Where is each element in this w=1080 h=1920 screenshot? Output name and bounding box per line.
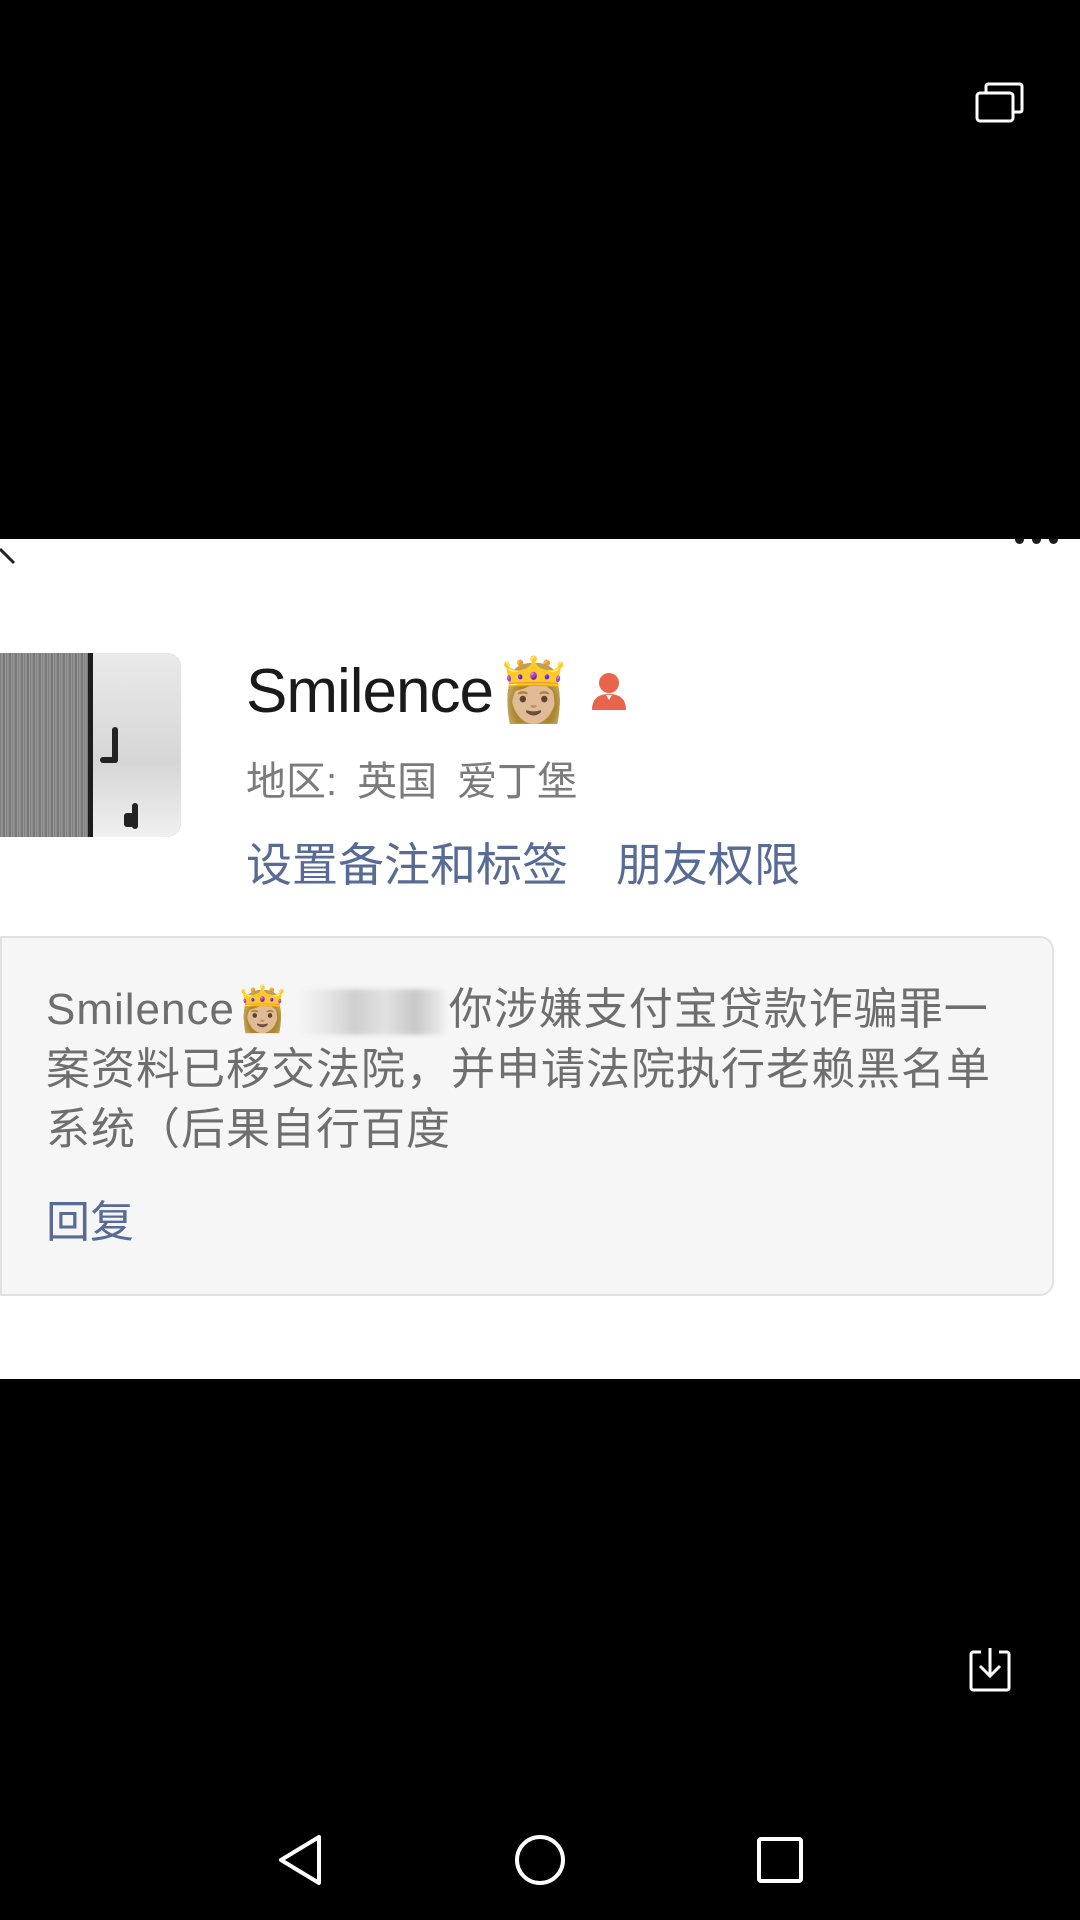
- region-label: 地区:: [246, 760, 338, 804]
- back-arrow-icon: [0, 547, 16, 565]
- region-city: 爱丁堡: [457, 760, 578, 804]
- comment-author: Smilence: [46, 985, 235, 1034]
- nav-back-button[interactable]: [270, 1830, 330, 1890]
- comment-author-emoji: 👸🏼: [234, 985, 291, 1034]
- nickname: Smilence: [246, 656, 494, 726]
- reply-link[interactable]: 回复: [46, 1186, 134, 1250]
- multi-window-icon: [975, 82, 1024, 123]
- region-info: 地区: 英国 爱丁堡: [246, 749, 577, 807]
- screenshot-image: Smilence 👸🏼 地区: 英国 爱丁堡 设置备注和标签 朋友权限 Smil…: [0, 539, 1080, 1379]
- more-icon: [1015, 539, 1058, 544]
- recents-square-icon: [757, 1837, 803, 1883]
- princess-emoji: 👸🏼: [495, 656, 573, 725]
- set-remark-link[interactable]: 设置备注和标签: [246, 829, 568, 895]
- download-icon: [969, 1648, 1011, 1692]
- comment-text: Smilence👸🏼 你涉嫌支付宝贷款诈骗罪一案资料已移交法院，并申请法院执行老赖…: [46, 980, 1006, 1160]
- blurred-redaction: [294, 989, 445, 1036]
- region-country: 英国: [357, 760, 438, 804]
- download-button[interactable]: [962, 1642, 1018, 1698]
- home-circle-icon: [515, 1835, 565, 1885]
- comment-card: Smilence👸🏼 你涉嫌支付宝贷款诈骗罪一案资料已移交法院，并申请法院执行老赖…: [0, 936, 1054, 1296]
- profile-links: 设置备注和标签 朋友权限: [246, 829, 800, 895]
- avatar: [0, 653, 181, 837]
- nav-home-button[interactable]: [510, 1830, 570, 1890]
- multi-window-button[interactable]: [970, 78, 1030, 128]
- back-triangle-icon: [279, 1835, 321, 1885]
- friend-permissions-link[interactable]: 朋友权限: [616, 829, 800, 895]
- female-user-icon: [592, 673, 627, 710]
- nav-recents-button[interactable]: [750, 1830, 810, 1890]
- nickname-row: Smilence 👸🏼: [246, 651, 630, 731]
